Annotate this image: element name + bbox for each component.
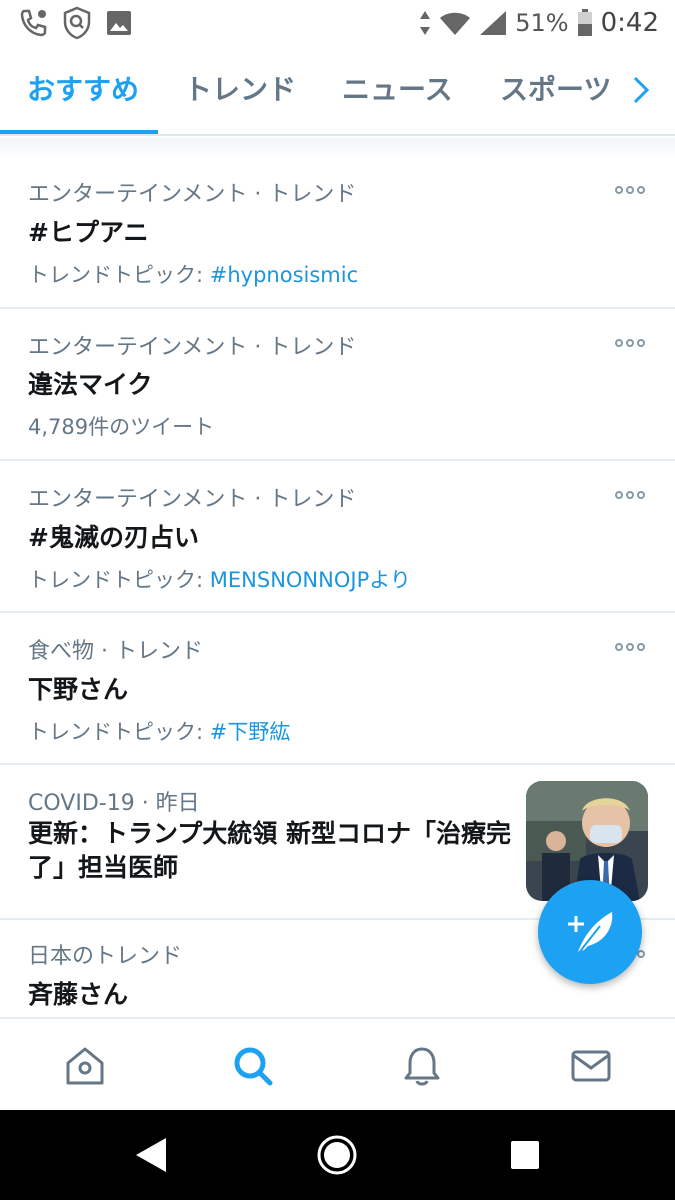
data-arrows-icon	[420, 11, 431, 35]
trend-topic-link[interactable]: #下野紘	[210, 720, 291, 744]
messages-icon[interactable]	[570, 1045, 612, 1087]
notifications-icon[interactable]	[401, 1045, 443, 1087]
trend-item[interactable]: 食べ物 · トレンド 下野さん トレンドトピック: #下野紘	[0, 613, 675, 765]
divider	[0, 138, 675, 156]
call-settings-icon	[20, 9, 47, 37]
tab-recommended[interactable]: おすすめ	[27, 68, 139, 108]
status-time: 0:42	[600, 8, 659, 38]
home-icon[interactable]	[64, 1045, 106, 1087]
trend-item[interactable]: エンターテインメント · トレンド #ヒプアニ トレンドトピック: #hypno…	[0, 156, 675, 309]
trend-tweet-count: 4,789件のツイート	[28, 415, 215, 439]
explore-tab-bar: おすすめ トレンド ニュース スポーツ	[0, 54, 675, 136]
tab-sports[interactable]: スポーツ	[500, 68, 611, 108]
more-options-icon[interactable]	[615, 186, 645, 196]
trend-category: 食べ物 · トレンド	[28, 639, 203, 664]
tab-trends[interactable]: トレンド	[184, 68, 296, 108]
system-navigation-bar	[0, 1110, 675, 1200]
active-tab-indicator	[0, 130, 158, 134]
battery-icon	[577, 9, 592, 36]
trend-category: エンターテインメント · トレンド	[28, 182, 357, 207]
recents-icon[interactable]	[510, 1140, 540, 1170]
back-icon[interactable]	[132, 1136, 168, 1174]
compose-tweet-button[interactable]	[538, 880, 642, 984]
trend-topic-link[interactable]: #hypnosismic	[210, 263, 358, 287]
news-category: COVID-19 · 昨日	[28, 791, 200, 816]
trend-topic: トレンドトピック: MENSNONNOJPより	[28, 564, 411, 594]
wifi-icon	[440, 12, 471, 35]
home-circle-icon[interactable]	[316, 1134, 358, 1176]
trend-title: #鬼滅の刃占い	[28, 523, 199, 552]
trend-item[interactable]: エンターテインメント · トレンド #鬼滅の刃占い トレンドトピック: MENS…	[0, 461, 675, 613]
search-icon[interactable]	[232, 1045, 274, 1087]
chevron-right-icon[interactable]	[629, 74, 653, 106]
trend-topic-label: トレンドトピック:	[28, 568, 204, 592]
more-options-icon[interactable]	[615, 491, 645, 501]
status-bar: 51% 0:42	[0, 0, 675, 46]
trend-topic-label: トレンドトピック:	[28, 263, 204, 287]
trend-category: エンターテインメント · トレンド	[28, 335, 357, 360]
trend-title: 違法マイク	[28, 370, 153, 399]
tab-news[interactable]: ニュース	[342, 68, 453, 108]
signal-icon	[480, 11, 507, 35]
bottom-navigation	[0, 1017, 675, 1110]
image-icon	[107, 11, 131, 35]
trend-title: #ヒプアニ	[28, 218, 149, 247]
trend-topic-link[interactable]: MENSNONNOJPより	[210, 568, 411, 592]
trend-topic: トレンドトピック: #hypnosismic	[28, 259, 358, 289]
more-options-icon[interactable]	[615, 643, 645, 653]
news-headline: 更新：トランプ大統領 新型コロナ「治療完了」担当医師	[28, 819, 511, 882]
shield-search-icon	[63, 6, 91, 40]
trend-topic: トレンドトピック: #下野紘	[28, 716, 290, 746]
trend-topic-label: トレンドトピック:	[28, 720, 204, 744]
trend-title: 下野さん	[28, 675, 129, 704]
trend-category: エンターテインメント · トレンド	[28, 487, 357, 512]
battery-percentage: 51%	[515, 9, 569, 37]
more-options-icon[interactable]	[615, 339, 645, 349]
trend-category: 日本のトレンド	[28, 944, 183, 969]
trend-item[interactable]: エンターテインメント · トレンド 違法マイク 4,789件のツイート	[0, 309, 675, 461]
trend-title: 斉藤さん	[28, 980, 129, 1009]
compose-feather-icon	[568, 912, 613, 955]
